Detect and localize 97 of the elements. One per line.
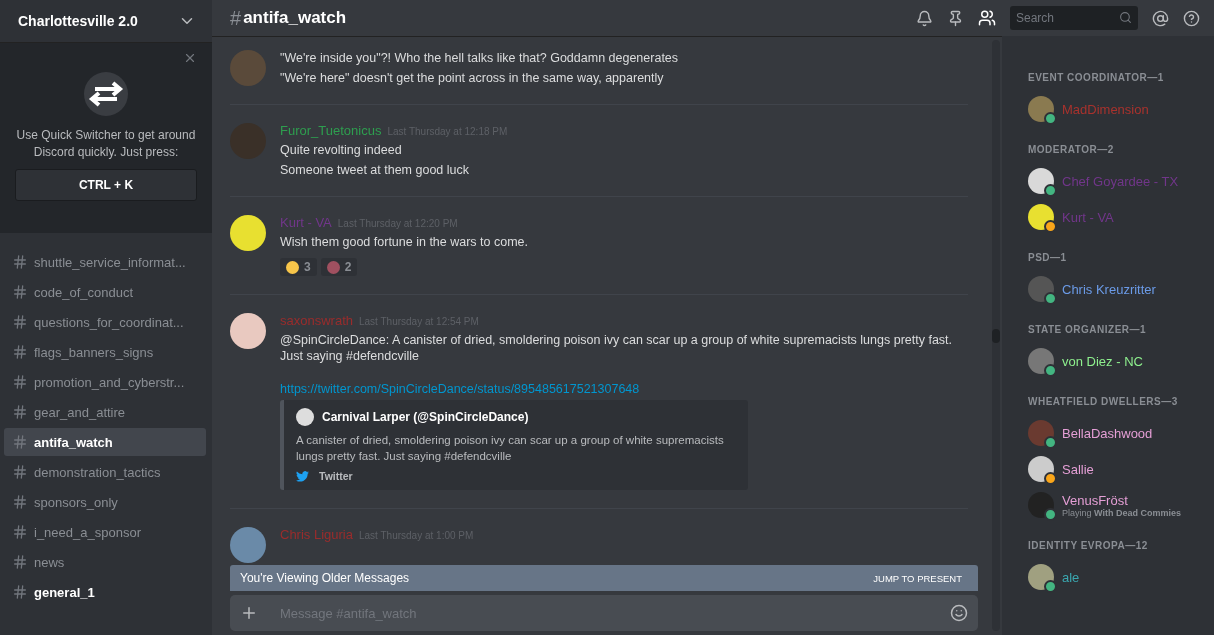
message-link[interactable]: https://twitter.com/SpinCircleDance/status/895485617521307648 [280, 382, 968, 396]
member-item[interactable]: von Diez - NC [1028, 346, 1204, 376]
activity-text: Playing With Dead Commies [1062, 507, 1181, 518]
reaction[interactable]: 3 [280, 258, 317, 276]
member-name: von Diez - NC [1062, 353, 1143, 369]
message-text: "We're here" doesn't get the point across in the same way, apparently [280, 70, 665, 86]
channel-name: promotion_and_cyberstr... [34, 374, 185, 390]
hash-icon [12, 434, 28, 450]
channel-name: flags_banners_signs [34, 344, 154, 360]
channel-item[interactable]: flags_banners_signs [4, 338, 206, 366]
member-item[interactable]: BellaDashwood [1028, 418, 1204, 448]
hash-icon [12, 404, 28, 420]
shortcut-button[interactable]: CTRL + K [15, 169, 197, 201]
hash-icon [12, 464, 28, 480]
role-heading: WHEATFIELD DWELLERS—3 [1028, 396, 1179, 408]
role-heading: IDENTITY EVROPA—12 [1028, 540, 1149, 552]
member-item[interactable]: VenusFröst Playing With Dead Commies [1028, 490, 1204, 520]
role-heading: EVENT COORDINATOR—1 [1028, 72, 1165, 84]
bird-icon [296, 470, 309, 482]
member-name: Sallie [1062, 461, 1094, 477]
channel-name: questions_for_coordinat... [34, 314, 184, 330]
scrollbar[interactable] [992, 40, 1000, 631]
channel-item[interactable]: promotion_and_cyberstr... [4, 368, 206, 396]
channel-name: sponsors_only [34, 494, 118, 510]
embed-footer: Twitter [319, 470, 353, 482]
member-name: VenusFröst [1062, 492, 1129, 508]
embed-text: A canister of dried, smoldering poison ivy can scar up a group of white supremacists lungs pretty fast. Just saying #defendcville [296, 433, 725, 464]
role-heading: PSD—1 [1028, 252, 1068, 264]
member-name: MadDimension [1062, 101, 1149, 117]
channel-name: antifa_watch [34, 434, 113, 450]
channel-item[interactable]: antifa_watch [4, 428, 206, 456]
avatar[interactable] [230, 215, 266, 251]
hash-icon [12, 374, 28, 390]
channel-item[interactable]: sponsors_only [4, 488, 206, 516]
hash-icon [12, 254, 28, 270]
hash-icon [12, 314, 28, 330]
emoji-icon [286, 260, 299, 274]
channel-name: shuttle_service_informat... [34, 254, 186, 270]
banner-text: You're Viewing Older Messages [240, 571, 410, 585]
bell-icon[interactable] [916, 9, 933, 27]
channel-item[interactable]: i_need_a_sponsor [4, 518, 206, 546]
member-item[interactable]: ale [1028, 562, 1204, 592]
message-text: Someone tweet at them good luck [280, 162, 470, 178]
message-text: Quite revolting indeed [280, 142, 403, 158]
pin-icon[interactable] [947, 9, 964, 27]
hash-icon [12, 584, 28, 600]
author-avatar [296, 408, 314, 426]
search-field[interactable]: Search [1010, 6, 1138, 30]
channel-item[interactable]: questions_for_coordinat... [4, 308, 206, 336]
channel-name: news [34, 554, 65, 570]
channel-item[interactable]: news [4, 548, 206, 576]
search-icon [1119, 11, 1132, 24]
jump-button[interactable]: JUMP TO PRESENT [867, 571, 968, 585]
at-sign-icon[interactable] [1152, 9, 1169, 27]
member-name: Chris Kreuzritter [1062, 281, 1156, 297]
server-header[interactable]: Charlottesville 2.0 [0, 0, 212, 42]
message-text: Wish them good fortune in the wars to come. [280, 234, 529, 250]
emoji-icon [326, 260, 340, 274]
members-icon[interactable] [978, 9, 996, 27]
role-heading: MODERATOR—2 [1028, 144, 1115, 156]
smile-icon[interactable] [950, 604, 968, 622]
message-text: "We're inside you"?! Who the hell talks like that? Goddamn degenerates [280, 50, 679, 66]
message-text: @SpinCircleDance: A canister of dried, smoldering poison ivy can scar up a group of white supremacists lungs pretty fast. Just saying #defendcville [280, 332, 954, 364]
hash-icon [12, 284, 28, 300]
channel-item[interactable]: code_of_conduct [4, 278, 206, 306]
channel-title: antifa_watch [243, 8, 347, 28]
member-name: BellaDashwood [1062, 425, 1153, 441]
channel-item[interactable]: gear_and_attire [4, 398, 206, 426]
plus-icon[interactable] [240, 604, 258, 622]
channel-name: demonstration_tactics [34, 464, 161, 480]
hash-icon [12, 524, 28, 540]
channel-name: general_1 [34, 584, 95, 600]
quick-switcher-hint: Use Quick Switcher to get around Discord quickly. Just press: [15, 127, 197, 161]
help-icon[interactable] [1183, 9, 1200, 27]
hash-icon [12, 344, 28, 360]
embed-author[interactable]: Carnival Larper (@SpinCircleDance) [322, 410, 529, 424]
channel-item[interactable]: general_1 [4, 578, 206, 606]
close-icon[interactable] [183, 51, 197, 65]
server-name: Charlottesville 2.0 [18, 13, 138, 29]
hash-icon: # [230, 6, 242, 30]
username[interactable]: Furor_Tuetonicus [280, 123, 382, 138]
scroll-thumb[interactable] [992, 328, 1000, 343]
member-name: Chef Goyardee - TX [1062, 173, 1179, 189]
channel-name: code_of_conduct [34, 284, 134, 300]
channel-item[interactable]: shuttle_service_informat... [4, 248, 206, 276]
reaction[interactable]: 2 [320, 258, 358, 276]
member-name: ale [1062, 569, 1080, 585]
channel-item[interactable]: demonstration_tactics [4, 458, 206, 486]
role-heading: STATE ORGANIZER—1 [1028, 324, 1148, 336]
channel-name: i_need_a_sponsor [34, 524, 141, 540]
avatar[interactable] [230, 313, 266, 349]
member-name: Kurt - VA [1062, 209, 1114, 225]
member-item[interactable]: Sallie [1028, 454, 1204, 484]
channel-name: gear_and_attire [34, 404, 126, 420]
hash-icon [12, 494, 28, 510]
hash-icon [12, 554, 28, 570]
member-item[interactable]: Chris Kreuzritter [1028, 274, 1204, 304]
